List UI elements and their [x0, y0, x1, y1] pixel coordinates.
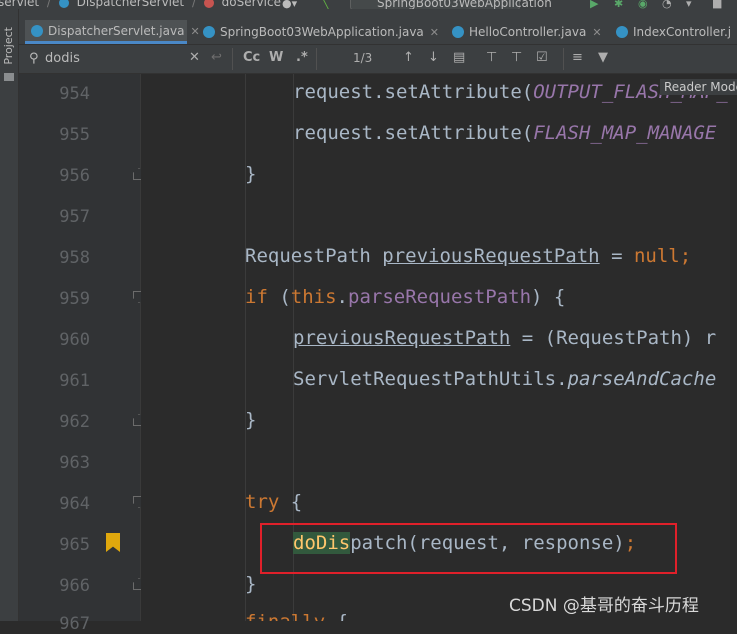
code-line-960: previousRequestPath = (RequestPath) r [293, 327, 717, 349]
highlight-annotation-box [260, 523, 677, 574]
java-class-icon [31, 25, 43, 37]
project-tool-button[interactable]: Project [2, 27, 15, 65]
method-icon [203, 0, 214, 8]
folder-icon [4, 73, 14, 81]
line-number: 967 [59, 614, 90, 634]
close-tab-icon[interactable]: ✕ [430, 26, 439, 39]
line-number: 960 [59, 330, 90, 350]
code-line-962: } [245, 409, 257, 431]
match-count: 1/3 [353, 51, 373, 65]
close-tab-icon[interactable]: ✕ [592, 26, 601, 39]
previous-occurrence-icon[interactable]: ↑ [403, 50, 414, 66]
watermark-text: CSDN @基哥的奋斗历程 [509, 596, 699, 616]
java-class-icon [452, 26, 464, 38]
java-class-icon [616, 26, 628, 38]
line-number: 962 [59, 412, 90, 432]
run-configuration-select[interactable]: SpringBoot03WebApplication [350, 0, 552, 9]
breadcrumb-separator: / [191, 0, 196, 9]
tab-label: HelloController.java [469, 25, 587, 39]
tab-label: IndexController.j [633, 25, 732, 39]
code-line-959: if (this.parseRequestPath) { [245, 286, 566, 308]
line-number: 966 [59, 576, 90, 596]
code-line-958: RequestPath previousRequestPath = null; [245, 245, 692, 267]
find-input[interactable] [45, 48, 205, 68]
clear-search-icon[interactable]: ✕ [189, 50, 200, 66]
navigation-bar: servlet / DispatcherServlet / doService … [0, 0, 737, 9]
tab-dispatcher-servlet[interactable]: DispatcherServlet.java ✕ [25, 20, 200, 44]
divider [316, 48, 317, 70]
reader-mode-button[interactable]: Reader Mode [660, 79, 737, 95]
editor-gutter: 954 955 956 957 958 959 960 961 962 963 … [19, 74, 140, 634]
code-line-955: request.setAttribute(FLASH_MAP_MANAGE [293, 122, 717, 144]
remove-occurrence-icon[interactable]: ⊤ [511, 50, 522, 66]
find-in-window-icon[interactable]: ▤ [453, 50, 465, 66]
divider [232, 48, 233, 70]
add-occurrence-icon[interactable]: ⊤ [486, 50, 497, 66]
run-configuration-label: SpringBoot03WebApplication [377, 0, 552, 9]
tab-label: DispatcherServlet.java [48, 24, 185, 38]
regex-button[interactable]: .* [296, 50, 308, 66]
line-number: 963 [59, 453, 90, 473]
profile-icon[interactable]: ◔ [662, 0, 672, 9]
build-hammer-icon[interactable]: ╲ [322, 0, 329, 9]
code-line-956: } [245, 163, 257, 185]
code-line-966: } [245, 573, 257, 595]
next-occurrence-icon[interactable]: ↓ [428, 50, 439, 66]
user-icon[interactable]: ●▾ [282, 0, 297, 9]
breadcrumb-separator: / [46, 0, 51, 9]
line-number: 957 [59, 207, 90, 227]
select-all-occurrences-icon[interactable]: ☑ [536, 50, 548, 66]
editor-tab-bar: DispatcherServlet.java ✕ SpringBoot03WebA… [19, 20, 737, 45]
java-class-icon [203, 26, 215, 38]
run-icon[interactable]: ▶ [590, 0, 598, 9]
breadcrumb-servlet[interactable]: servlet [0, 0, 39, 9]
close-tab-icon[interactable]: ✕ [190, 25, 199, 38]
line-number: 964 [59, 494, 90, 514]
divider [563, 48, 564, 70]
breadcrumb-class[interactable]: DispatcherServlet [77, 0, 184, 9]
options-icon[interactable]: ≡ [572, 50, 583, 66]
debug-icon[interactable]: ✱ [614, 0, 623, 9]
find-bar: ⚲ ✕ ↩ Cc W .* 1/3 ↑ ↓ ▤ ⊤ ⊤ ☑ ≡ ▼ [19, 45, 737, 74]
line-number: 965 [59, 535, 90, 555]
search-icon[interactable]: ⚲ [29, 51, 39, 66]
line-number: 956 [59, 166, 90, 186]
line-number: 954 [59, 84, 90, 104]
line-number: 958 [59, 248, 90, 268]
more-dropdown-icon[interactable]: ▾ [686, 0, 692, 9]
class-icon [58, 0, 69, 8]
coverage-icon[interactable]: ◉ [638, 0, 648, 9]
indent-guide [245, 74, 246, 621]
tab-label: SpringBoot03WebApplication.java [220, 25, 424, 39]
tab-index-controller[interactable]: IndexController.j [616, 20, 731, 44]
line-number: 955 [59, 125, 90, 145]
project-tool-strip: Project [0, 9, 19, 621]
code-line-961: ServletRequestPathUtils.parseAndCache [293, 368, 717, 390]
code-line-967: finally { [245, 610, 348, 621]
line-number: 959 [59, 289, 90, 309]
breadcrumb: servlet / DispatcherServlet / doService [0, 0, 285, 9]
match-case-button[interactable]: Cc [243, 50, 260, 66]
tab-hello-controller[interactable]: HelloController.java ✕ [452, 20, 602, 44]
breadcrumb-method[interactable]: doService [222, 0, 281, 9]
tab-springboot03-web-application[interactable]: SpringBoot03WebApplication.java ✕ [203, 20, 439, 44]
tab-bar-top [19, 9, 737, 20]
whole-words-button[interactable]: W [269, 50, 283, 66]
filter-icon[interactable]: ▼ [598, 50, 608, 66]
code-line-964: try { [245, 491, 303, 513]
new-line-icon[interactable]: ↩ [211, 50, 222, 66]
stop-icon[interactable]: ■ [712, 0, 722, 9]
line-number: 961 [59, 371, 90, 391]
